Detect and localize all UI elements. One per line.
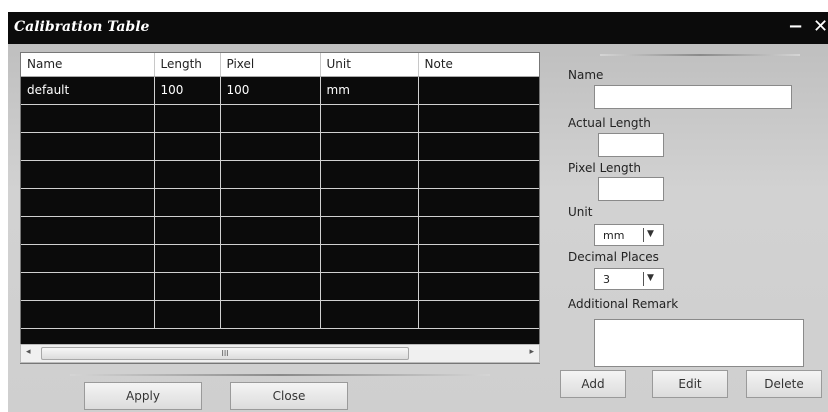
table-row[interactable] bbox=[21, 132, 539, 161]
title-bar: Calibration Table − ✕ bbox=[8, 12, 828, 44]
horizontal-scrollbar[interactable]: ◂ III ▸ bbox=[20, 344, 540, 363]
table-row[interactable] bbox=[21, 272, 539, 301]
table-cell[interactable] bbox=[154, 104, 221, 133]
minimize-icon[interactable]: − bbox=[788, 15, 803, 39]
name-input[interactable] bbox=[594, 85, 792, 109]
table-row[interactable] bbox=[21, 188, 539, 217]
table-row[interactable] bbox=[21, 244, 539, 273]
table-row[interactable]: default 100 100 mm bbox=[21, 76, 539, 105]
table-cell[interactable] bbox=[418, 244, 539, 273]
table-cell[interactable] bbox=[320, 104, 419, 133]
scroll-left-icon[interactable]: ◂ bbox=[26, 347, 31, 357]
actual-length-label: Actual Length bbox=[568, 116, 651, 130]
actual-length-input[interactable] bbox=[598, 133, 664, 157]
unit-label: Unit bbox=[568, 205, 593, 219]
table-row[interactable] bbox=[21, 160, 539, 189]
table-cell[interactable] bbox=[320, 160, 419, 189]
decimal-places-label: Decimal Places bbox=[568, 250, 659, 264]
close-icon[interactable]: ✕ bbox=[813, 15, 828, 39]
chevron-down-icon[interactable]: ▼ bbox=[647, 229, 654, 239]
delete-button[interactable]: Delete bbox=[746, 370, 822, 398]
table-cell[interactable] bbox=[21, 188, 155, 217]
table-cell[interactable] bbox=[21, 104, 155, 133]
unit-selected-value: mm bbox=[603, 229, 625, 242]
table-row[interactable] bbox=[21, 104, 539, 133]
table-cell[interactable] bbox=[154, 216, 221, 245]
table-cell[interactable] bbox=[21, 272, 155, 301]
decimal-places-selected-value: 3 bbox=[603, 273, 610, 286]
column-header-name[interactable]: Name bbox=[21, 53, 155, 77]
divider bbox=[70, 374, 490, 376]
column-header-unit[interactable]: Unit bbox=[320, 53, 419, 77]
table-cell[interactable] bbox=[418, 132, 539, 161]
divider bbox=[600, 54, 800, 56]
table-cell[interactable] bbox=[418, 160, 539, 189]
table-cell[interactable] bbox=[220, 244, 321, 273]
table-cell[interactable] bbox=[220, 272, 321, 301]
additional-remark-textarea[interactable] bbox=[594, 319, 804, 367]
column-header-length[interactable]: Length bbox=[154, 53, 221, 77]
pixel-length-input[interactable] bbox=[598, 177, 664, 201]
table-row[interactable] bbox=[21, 300, 539, 329]
table-cell[interactable] bbox=[154, 244, 221, 273]
table-cell[interactable] bbox=[154, 188, 221, 217]
column-header-pixel[interactable]: Pixel bbox=[220, 53, 321, 77]
calibration-form: Name Actual Length Pixel Length Unit mm … bbox=[560, 44, 828, 412]
table-cell[interactable] bbox=[220, 104, 321, 133]
scroll-right-icon[interactable]: ▸ bbox=[529, 347, 534, 357]
table-cell[interactable] bbox=[21, 160, 155, 189]
table-cell[interactable] bbox=[418, 188, 539, 217]
calibration-table: Name Length Pixel Unit Note default 100 … bbox=[20, 52, 540, 364]
table-cell[interactable] bbox=[320, 216, 419, 245]
add-button[interactable]: Add bbox=[560, 370, 626, 398]
table-cell[interactable] bbox=[418, 300, 539, 329]
table-cell[interactable]: default bbox=[21, 76, 155, 105]
chevron-down-icon[interactable]: ▼ bbox=[647, 273, 654, 283]
table-cell[interactable] bbox=[320, 272, 419, 301]
table-cell[interactable] bbox=[21, 244, 155, 273]
table-cell[interactable] bbox=[21, 300, 155, 329]
table-cell[interactable] bbox=[320, 300, 419, 329]
table-cell[interactable]: mm bbox=[320, 76, 419, 105]
table-cell[interactable] bbox=[21, 132, 155, 161]
table-cell[interactable] bbox=[320, 132, 419, 161]
close-button[interactable]: Close bbox=[230, 382, 348, 410]
table-row[interactable] bbox=[21, 216, 539, 245]
table-cell[interactable] bbox=[418, 216, 539, 245]
table-cell[interactable] bbox=[320, 244, 419, 273]
apply-button[interactable]: Apply bbox=[84, 382, 202, 410]
dialog-body: Name Length Pixel Unit Note default 100 … bbox=[8, 44, 828, 412]
name-label: Name bbox=[568, 68, 604, 82]
table-cell[interactable] bbox=[220, 188, 321, 217]
edit-button[interactable]: Edit bbox=[652, 370, 728, 398]
table-cell[interactable] bbox=[220, 160, 321, 189]
window-title: Calibration Table bbox=[14, 19, 150, 35]
table-cell[interactable] bbox=[21, 216, 155, 245]
table-cell[interactable] bbox=[154, 160, 221, 189]
pixel-length-label: Pixel Length bbox=[568, 161, 641, 175]
table-cell[interactable] bbox=[220, 132, 321, 161]
decimal-places-dropdown[interactable]: 3 ▼ bbox=[594, 268, 664, 290]
table-cell[interactable]: 100 bbox=[154, 76, 221, 105]
calibration-grid: Name Length Pixel Unit Note default 100 … bbox=[21, 53, 539, 329]
table-cell[interactable] bbox=[418, 272, 539, 301]
unit-dropdown[interactable]: mm ▼ bbox=[594, 224, 664, 246]
table-cell[interactable] bbox=[220, 300, 321, 329]
table-header-row: Name Length Pixel Unit Note bbox=[21, 53, 539, 77]
dropdown-separator bbox=[643, 272, 644, 286]
scrollbar-thumb[interactable]: III bbox=[41, 347, 409, 360]
additional-remark-label: Additional Remark bbox=[568, 297, 679, 311]
column-header-note[interactable]: Note bbox=[418, 53, 539, 77]
table-cell[interactable] bbox=[418, 76, 539, 105]
table-cell[interactable] bbox=[220, 216, 321, 245]
table-cell[interactable]: 100 bbox=[220, 76, 321, 105]
dropdown-separator bbox=[643, 228, 644, 242]
table-cell[interactable] bbox=[154, 132, 221, 161]
table-cell[interactable] bbox=[418, 104, 539, 133]
table-cell[interactable] bbox=[154, 300, 221, 329]
table-cell[interactable] bbox=[320, 188, 419, 217]
table-cell[interactable] bbox=[154, 272, 221, 301]
